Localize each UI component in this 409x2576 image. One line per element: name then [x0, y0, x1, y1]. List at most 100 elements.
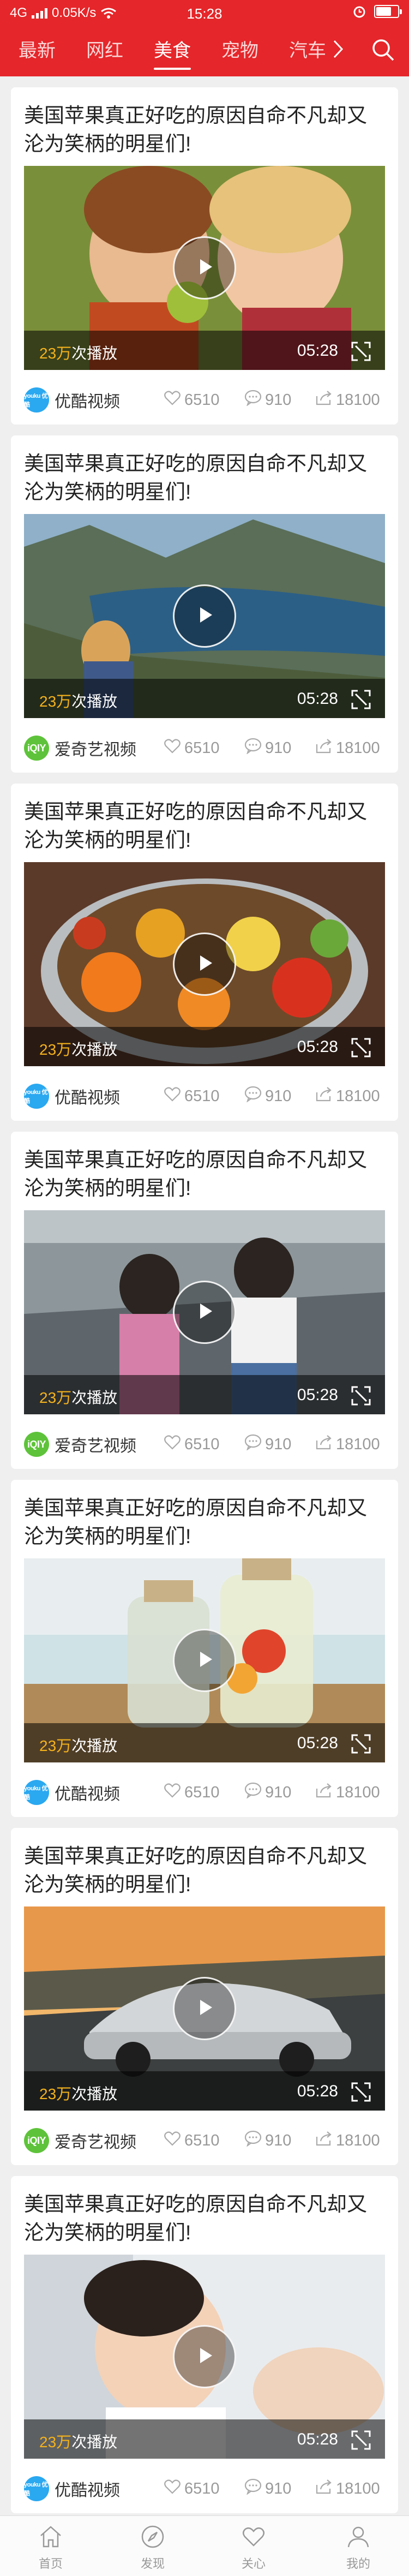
video-card[interactable]: 美国苹果真正好吃的原因自命不凡却又沦为笑柄的明星们! 23万次播放 05:28 you… [11, 1480, 398, 1817]
video-player[interactable]: 23万次播放 05:28 [24, 862, 385, 1066]
share-icon [315, 2130, 333, 2151]
comment-button[interactable]: 910 [244, 2478, 291, 2499]
share-icon [315, 2478, 333, 2499]
tab-pets[interactable]: 宠物 [221, 35, 258, 62]
youku-logo-icon: youku 优酷 [24, 1780, 49, 1805]
heart-icon [164, 2130, 181, 2151]
comment-button[interactable]: 910 [244, 390, 291, 410]
video-card[interactable]: 美国苹果真正好吃的原因自命不凡却又沦为笑柄的明星们! 23万次播放 05:28 you… [11, 2176, 398, 2513]
video-title[interactable]: 美国苹果真正好吃的原因自命不凡却又沦为笑柄的明星们! [24, 101, 384, 158]
video-title[interactable]: 美国苹果真正好吃的原因自命不凡却又沦为笑柄的明星们! [24, 1146, 384, 1203]
fullscreen-icon[interactable] [351, 2082, 371, 2102]
video-player[interactable]: 23万次播放 05:28 [24, 1906, 385, 2111]
more-tabs-button[interactable] [327, 35, 349, 63]
play-button[interactable] [173, 1281, 236, 1344]
comment-button[interactable]: 910 [244, 1086, 291, 1107]
video-source[interactable]: youku 优酷 优酷视频 [24, 1084, 120, 1109]
comment-count: 910 [265, 1435, 292, 1453]
like-count: 6510 [184, 1087, 220, 1105]
play-count: 23万次播放 [39, 1041, 118, 1058]
video-player[interactable]: 23万次播放 05:28 [24, 1558, 385, 1762]
play-count: 23万次播放 [39, 1389, 118, 1406]
comment-button[interactable]: 910 [244, 738, 291, 758]
video-title[interactable]: 美国苹果真正好吃的原因自命不凡却又沦为笑柄的明星们! [24, 1494, 384, 1551]
video-title[interactable]: 美国苹果真正好吃的原因自命不凡却又沦为笑柄的明星们! [24, 1842, 384, 1899]
comment-count: 910 [265, 1087, 292, 1105]
comment-button[interactable]: 910 [244, 2130, 291, 2151]
play-button[interactable] [173, 2325, 236, 2388]
share-button[interactable]: 18100 [315, 1782, 380, 1803]
video-card[interactable]: 美国苹果真正好吃的原因自命不凡却又沦为笑柄的明星们! 23万次播放 05:28 iQI… [11, 435, 398, 773]
video-card[interactable]: 美国苹果真正好吃的原因自命不凡却又沦为笑柄的明星们! 23万次播放 05:28 you… [11, 784, 398, 1121]
video-player[interactable]: 23万次播放 05:28 [24, 1210, 385, 1414]
fullscreen-icon[interactable] [351, 2430, 371, 2450]
tab-food[interactable]: 美食 [154, 35, 191, 70]
video-source[interactable]: iQIY 爱奇艺视频 [24, 736, 136, 761]
tab-latest[interactable]: 最新 [19, 35, 56, 62]
share-button[interactable]: 18100 [315, 738, 380, 758]
comment-count: 910 [265, 1783, 292, 1801]
video-card[interactable]: 美国苹果真正好吃的原因自命不凡却又沦为笑柄的明星们! 23万次播放 05:28 iQI… [11, 1828, 398, 2165]
like-button[interactable]: 6510 [164, 2478, 220, 2499]
tab-cars[interactable]: 汽车 [289, 35, 326, 62]
fullscreen-icon[interactable] [351, 1734, 371, 1754]
play-icon [193, 603, 216, 630]
comment-button[interactable]: 910 [244, 1782, 291, 1803]
nav-following[interactable]: 关心 [221, 2523, 286, 2572]
video-info-bar: 23万次播放 05:28 [24, 2071, 385, 2111]
nav-profile[interactable]: 我的 [326, 2523, 391, 2572]
video-source[interactable]: iQIY 爱奇艺视频 [24, 2128, 136, 2153]
video-source[interactable]: youku 优酷 优酷视频 [24, 387, 120, 413]
card-meta: iQIY 爱奇艺视频 6510 910 18100 [24, 730, 385, 763]
comment-icon [244, 2478, 262, 2499]
video-source[interactable]: iQIY 爱奇艺视频 [24, 1432, 136, 1457]
fullscreen-icon[interactable] [351, 1038, 371, 1057]
comment-button[interactable]: 910 [244, 1434, 291, 1455]
nav-discover[interactable]: 发现 [120, 2523, 185, 2572]
fullscreen-icon[interactable] [351, 690, 371, 709]
play-button[interactable] [173, 584, 236, 648]
like-button[interactable]: 6510 [164, 1086, 220, 1107]
tab-influencer[interactable]: 网红 [86, 35, 123, 62]
video-title[interactable]: 美国苹果真正好吃的原因自命不凡却又沦为笑柄的明星们! [24, 2190, 384, 2247]
like-button[interactable]: 6510 [164, 738, 220, 758]
play-count: 23万次播放 [39, 693, 118, 710]
play-button[interactable] [173, 1977, 236, 2040]
fullscreen-icon[interactable] [351, 342, 371, 361]
card-meta: iQIY 爱奇艺视频 6510 910 18100 [24, 1426, 385, 1459]
video-info-bar: 23万次播放 05:28 [24, 331, 385, 370]
video-title[interactable]: 美国苹果真正好吃的原因自命不凡却又沦为笑柄的明星们! [24, 798, 384, 854]
video-card[interactable]: 美国苹果真正好吃的原因自命不凡却又沦为笑柄的明星们! 23万次播放 05:28 iQI… [11, 1132, 398, 1469]
fullscreen-icon[interactable] [351, 1386, 371, 1406]
share-button[interactable]: 18100 [315, 1434, 380, 1455]
play-button[interactable] [173, 933, 236, 996]
like-button[interactable]: 6510 [164, 390, 220, 410]
comment-icon [244, 390, 262, 410]
play-count: 23万次播放 [39, 2434, 118, 2451]
share-button[interactable]: 18100 [315, 390, 380, 410]
video-title[interactable]: 美国苹果真正好吃的原因自命不凡却又沦为笑柄的明星们! [24, 450, 384, 506]
nav-home[interactable]: 首页 [18, 2523, 83, 2572]
video-source[interactable]: youku 优酷 优酷视频 [24, 2476, 120, 2501]
video-info-bar: 23万次播放 05:28 [24, 1375, 385, 1414]
play-count: 23万次播放 [39, 2085, 118, 2102]
like-button[interactable]: 6510 [164, 2130, 220, 2151]
like-count: 6510 [184, 739, 220, 757]
search-button[interactable] [368, 34, 398, 65]
video-card[interactable]: 美国苹果真正好吃的原因自命不凡却又沦为笑柄的明星们! 23万次播放 05:28 you… [11, 87, 398, 425]
play-icon [193, 1647, 216, 1674]
play-button[interactable] [173, 1629, 236, 1692]
share-button[interactable]: 18100 [315, 1086, 380, 1107]
video-source[interactable]: youku 优酷 优酷视频 [24, 1780, 120, 1805]
share-count: 18100 [336, 1087, 380, 1105]
video-player[interactable]: 23万次播放 05:28 [24, 2255, 385, 2459]
share-button[interactable]: 18100 [315, 2130, 380, 2151]
video-player[interactable]: 23万次播放 05:28 [24, 514, 385, 718]
like-button[interactable]: 6510 [164, 1782, 220, 1803]
share-button[interactable]: 18100 [315, 2478, 380, 2499]
play-button[interactable] [173, 236, 236, 300]
iqiyi-logo-icon: iQIY [24, 1432, 49, 1457]
home-icon [40, 2526, 61, 2548]
video-player[interactable]: 23万次播放 05:28 [24, 166, 385, 370]
like-button[interactable]: 6510 [164, 1434, 220, 1455]
